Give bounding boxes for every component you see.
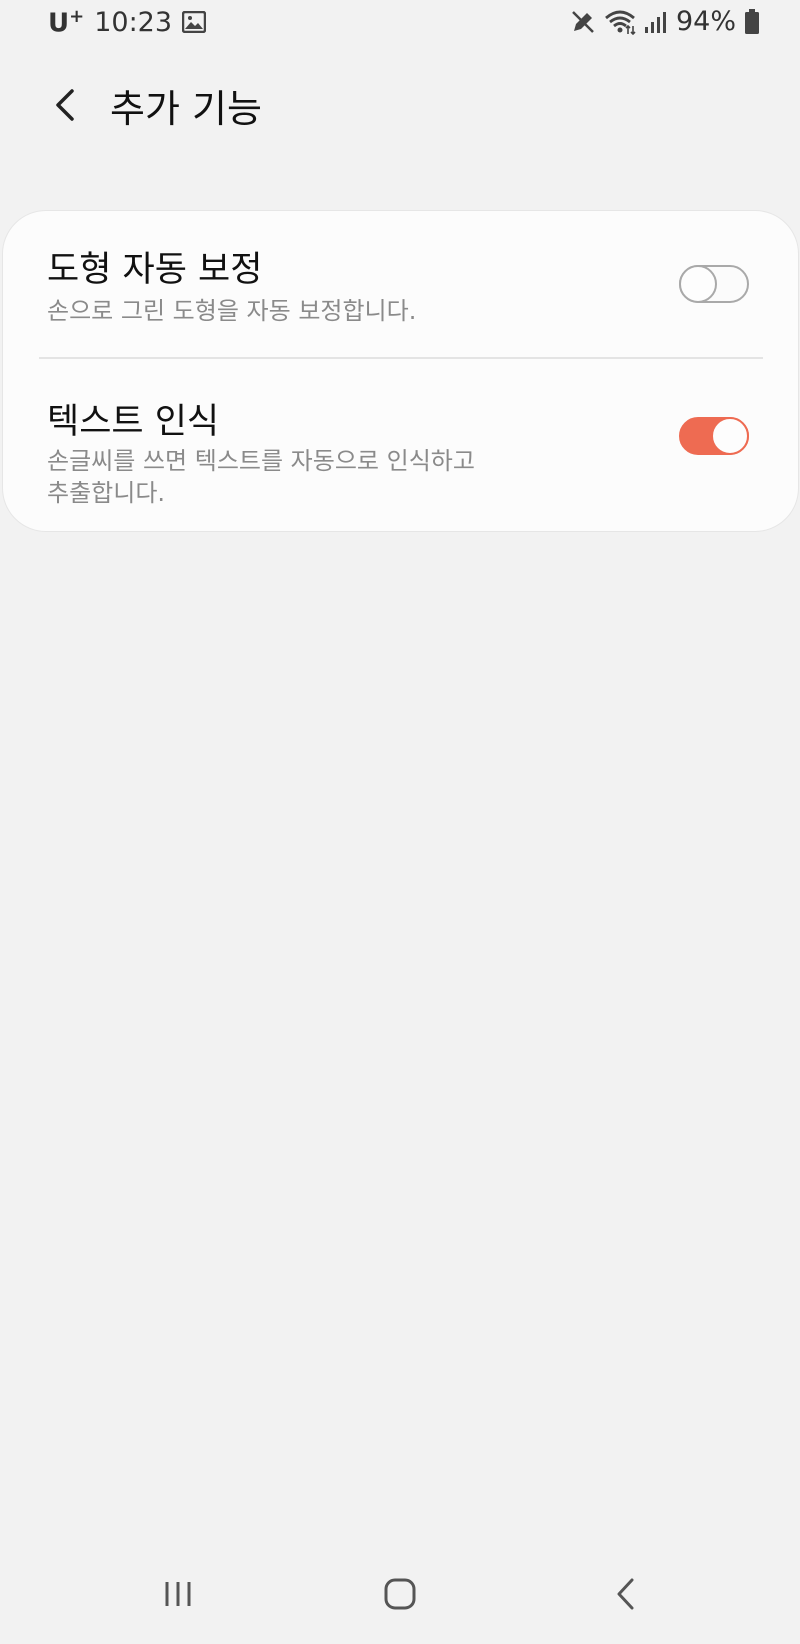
setting-text-recognition[interactable]: 텍스트 인식 손글씨를 쓰면 텍스트를 자동으로 인식하고 추출합니다. bbox=[3, 359, 800, 533]
back-icon bbox=[614, 1577, 638, 1611]
status-right: 94% bbox=[570, 6, 760, 37]
settings-card: 도형 자동 보정 손으로 그린 도형을 자동 보정합니다. 텍스트 인식 손글씨… bbox=[2, 210, 799, 532]
battery-percent: 94% bbox=[675, 6, 736, 37]
setting-title: 도형 자동 보정 bbox=[47, 250, 263, 290]
setting-description: 손으로 그린 도형을 자동 보정합니다. bbox=[47, 297, 417, 325]
nav-back-button[interactable] bbox=[596, 1564, 656, 1624]
setting-title: 텍스트 인식 bbox=[47, 402, 220, 442]
app-header: 추가 기능 bbox=[0, 70, 800, 140]
text-recognition-toggle[interactable] bbox=[679, 417, 749, 455]
setting-description: 손글씨를 쓰면 텍스트를 자동으로 인식하고 추출합니다. bbox=[47, 445, 567, 509]
status-time: 10:23 bbox=[94, 6, 173, 38]
battery-icon bbox=[744, 8, 760, 35]
pen-icon bbox=[570, 9, 596, 35]
recents-icon bbox=[163, 1580, 193, 1608]
setting-shape-correction[interactable]: 도형 자동 보정 손으로 그린 도형을 자동 보정합니다. bbox=[3, 211, 800, 357]
home-button[interactable] bbox=[370, 1564, 430, 1624]
setting-description-line: 손글씨를 쓰면 텍스트를 자동으로 인식하고 bbox=[47, 447, 475, 475]
toggle-knob bbox=[711, 417, 749, 455]
gallery-icon bbox=[182, 11, 207, 34]
carrier-label: U+ bbox=[48, 6, 85, 39]
status-left: U+ 10:23 bbox=[48, 6, 207, 39]
home-icon bbox=[383, 1577, 417, 1611]
navigation-bar bbox=[0, 1550, 800, 1644]
toggle-knob bbox=[679, 265, 717, 303]
back-arrow-icon bbox=[54, 88, 76, 122]
status-bar: U+ 10:23 94% bbox=[0, 0, 800, 52]
shape-correction-toggle[interactable] bbox=[679, 265, 749, 303]
page-title: 추가 기능 bbox=[110, 87, 262, 131]
back-button[interactable] bbox=[40, 80, 90, 130]
wifi-icon bbox=[604, 9, 636, 35]
recents-button[interactable] bbox=[148, 1564, 208, 1624]
signal-icon bbox=[644, 10, 668, 34]
setting-description-line: 추출합니다. bbox=[47, 479, 166, 507]
